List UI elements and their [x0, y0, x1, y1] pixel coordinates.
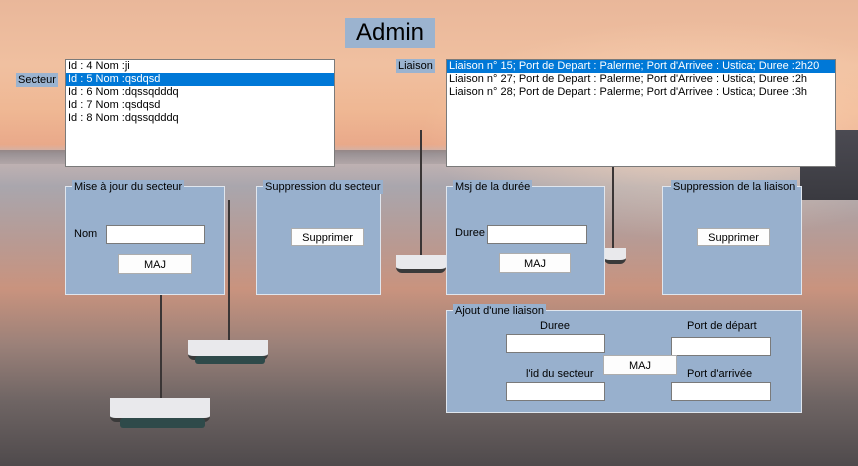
sailboat — [396, 255, 446, 273]
secteur-list-item[interactable]: Id : 6 Nom :dqssqdddq — [66, 86, 334, 99]
maj-secteur-group: Mise à jour du secteur Nom MAJ — [65, 180, 225, 295]
liaison-label: Liaison — [396, 59, 435, 73]
secteur-list-item[interactable]: Id : 5 Nom :qsdqsd — [66, 73, 334, 86]
boat-mast — [420, 130, 422, 260]
maj-duree-button[interactable]: MAJ — [499, 253, 571, 273]
liaison-listbox[interactable]: Liaison n° 15; Port de Depart : Palerme;… — [446, 59, 836, 167]
liaison-list-item[interactable]: Liaison n° 27; Port de Depart : Palerme;… — [447, 73, 835, 86]
liaison-list-item[interactable]: Liaison n° 28; Port de Depart : Palerme;… — [447, 86, 835, 99]
maj-secteur-button[interactable]: MAJ — [118, 254, 192, 274]
port-depart-label: Port de départ — [687, 320, 757, 332]
duree-input[interactable] — [487, 225, 587, 244]
supprimer-liaison-button[interactable]: Supprimer — [697, 228, 770, 246]
maj-secteur-title: Mise à jour du secteur — [72, 180, 185, 194]
catamaran-hull — [195, 356, 265, 364]
secteur-listbox[interactable]: Id : 4 Nom :ji Id : 5 Nom :qsdqsd Id : 6 N… — [65, 59, 335, 167]
suppr-secteur-title: Suppression du secteur — [263, 180, 383, 194]
ajout-liaison-button[interactable]: MAJ — [603, 355, 677, 375]
suppr-liaison-group: Suppression de la liaison Supprimer — [662, 180, 802, 295]
nom-input[interactable] — [106, 225, 205, 244]
catamaran-hull — [120, 418, 205, 428]
secteur-list-item[interactable]: Id : 7 Nom :qsdqsd — [66, 99, 334, 112]
liaison-list-item[interactable]: Liaison n° 15; Port de Depart : Palerme;… — [447, 60, 835, 73]
id-secteur-input[interactable] — [506, 382, 605, 401]
nom-label: Nom — [74, 228, 98, 240]
ajout-liaison-title: Ajout d'une liaison — [453, 304, 546, 318]
page-title: Admin — [345, 18, 435, 48]
secteur-list-item[interactable]: Id : 4 Nom :ji — [66, 60, 334, 73]
boat-mast — [160, 290, 162, 400]
secteur-label: Secteur — [16, 73, 58, 87]
port-depart-input[interactable] — [671, 337, 771, 356]
id-secteur-label: l'id du secteur — [526, 368, 594, 380]
secteur-list-item[interactable]: Id : 8 Nom :dqssqdddq — [66, 112, 334, 125]
maj-duree-group: Msj de la durée Duree MAJ — [446, 180, 605, 295]
ajout-duree-label: Duree — [540, 320, 570, 332]
port-arrivee-input[interactable] — [671, 382, 771, 401]
ajout-liaison-group: Ajout d'une liaison Duree Port de départ… — [446, 304, 802, 413]
maj-duree-title: Msj de la durée — [453, 180, 533, 194]
suppr-secteur-group: Suppression du secteur Supprimer — [256, 180, 383, 295]
suppr-liaison-title: Suppression de la liaison — [671, 180, 798, 194]
sailboat — [604, 248, 626, 264]
ajout-duree-input[interactable] — [506, 334, 605, 353]
duree-label: Duree — [455, 227, 485, 239]
supprimer-secteur-button[interactable]: Supprimer — [291, 228, 364, 246]
boat-mast — [228, 200, 230, 340]
port-arrivee-label: Port d'arrivée — [687, 368, 753, 380]
